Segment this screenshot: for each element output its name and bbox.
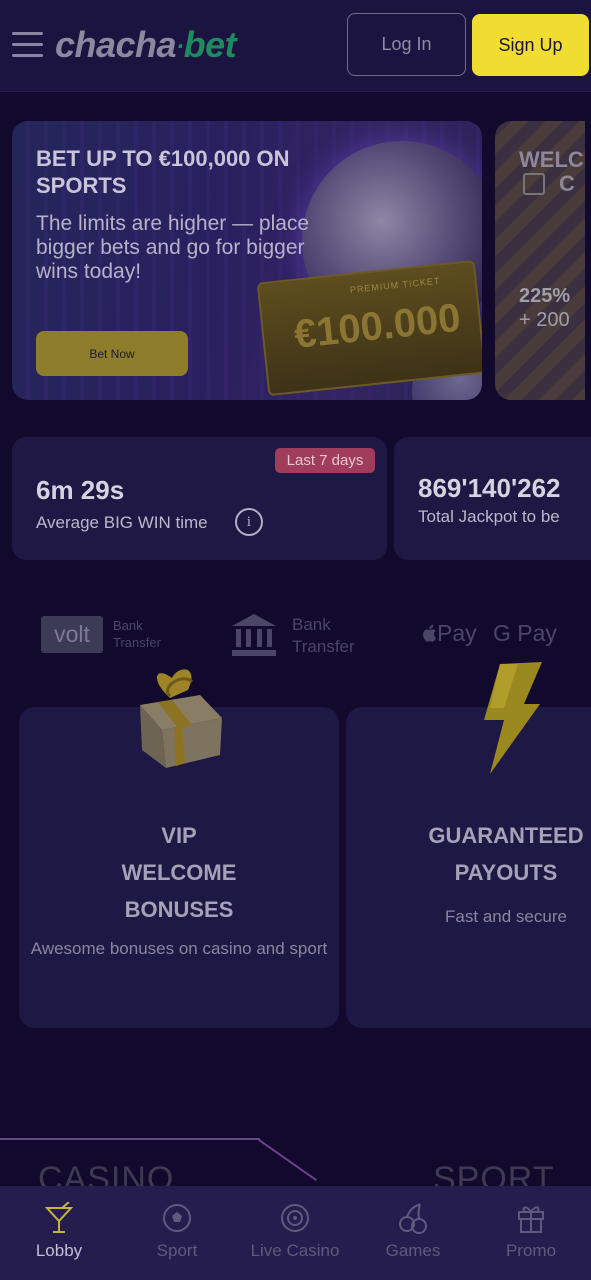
banner2-line-1: 225% (519, 285, 571, 307)
apple-pay-text: Pay (437, 620, 477, 646)
period-badge: Last 7 days (275, 448, 375, 473)
gift-icon (140, 669, 222, 768)
lightning-icon (484, 662, 542, 774)
nav-item-games[interactable]: Games (354, 1186, 472, 1280)
ticket-amount: €100.000 (292, 295, 463, 357)
banner-title: BET UP TO €100,000 ON SPORTS (36, 146, 290, 198)
volt-subtitle-1: Bank (113, 618, 143, 633)
volt-subtitle: Bank Transfer (113, 617, 161, 651)
menu-icon[interactable] (12, 32, 43, 58)
logo-dot: · (176, 33, 184, 61)
google-pay-logo: G Pay (493, 620, 557, 646)
cocktail-icon (44, 1202, 74, 1233)
login-button[interactable]: Log In (347, 13, 466, 76)
nav-item-live-casino[interactable]: Live Casino (236, 1186, 354, 1280)
card-title-line: WELCOME (121, 860, 237, 885)
card-title-line: BONUSES (124, 897, 234, 922)
signup-button[interactable]: Sign Up (472, 14, 589, 76)
bank-transfer-1: Bank (292, 615, 331, 634)
section-divider-slant (258, 1139, 317, 1181)
info-icon[interactable]: i (235, 508, 263, 536)
nav-item-sport[interactable]: Sport (118, 1186, 236, 1280)
apple-pay-logo: Pay (421, 620, 477, 647)
bet-now-button[interactable]: Bet Now (36, 331, 188, 376)
bottom-nav: Lobby Sport Live Casino Games Promo (0, 1186, 591, 1280)
ticket-label: PREMIUM TICKET (349, 275, 441, 296)
volt-subtitle-2: Transfer (113, 635, 161, 650)
bank-transfer-label: Bank Transfer (292, 614, 355, 658)
stat-value: 869'140'262 (418, 473, 561, 503)
card-title-line: PAYOUTS (454, 860, 558, 885)
card-title: GUARANTEED PAYOUTS (346, 817, 591, 891)
nav-item-lobby[interactable]: Lobby (0, 1186, 118, 1280)
bank-transfer-2: Transfer (292, 637, 355, 656)
stat-label: Total Jackpot to be (418, 507, 560, 526)
volt-logo: volt (41, 616, 103, 653)
promo-banner-sports[interactable]: PREMIUM TICKET €100.000 BET UP TO €100,0… (12, 121, 482, 400)
top-header: chacha·bet Log In Sign Up (0, 0, 591, 92)
nav-label: Live Casino (250, 1241, 340, 1260)
promo-banner-welcome[interactable]: WELC C 225% + 200 (495, 121, 585, 400)
nav-label: Games (385, 1241, 441, 1260)
stat-card-win-time: Last 7 days 6m 29s Average BIG WIN time … (12, 437, 387, 560)
apple-icon (423, 624, 436, 642)
logo-suffix: bet (183, 24, 237, 65)
nav-label: Lobby (35, 1241, 83, 1260)
stat-label: Average BIG WIN time (36, 513, 208, 532)
feature-card-payouts: GUARANTEED PAYOUTS Fast and secure (346, 707, 591, 1028)
nav-item-promo[interactable]: Promo (472, 1186, 590, 1280)
card-text: Fast and secure (445, 907, 567, 926)
roulette-icon (281, 1204, 309, 1232)
logo[interactable]: chacha·bet (55, 24, 237, 66)
soccer-ball-icon (163, 1204, 191, 1232)
logo-prefix: chacha (55, 24, 177, 65)
card-text: Awesome bonuses on casino and sport (30, 939, 328, 958)
gift-box-icon (518, 1206, 544, 1233)
banner2-title: WELC (519, 147, 584, 172)
banner-text: The limits are higher — place bigger bet… (36, 212, 310, 283)
bank-icon (232, 614, 276, 656)
nav-label: Sport (156, 1241, 198, 1260)
section-divider (0, 1138, 260, 1140)
stat-card-jackpot: 869'140'262 Total Jackpot to be (394, 437, 591, 560)
stat-value: 6m 29s (36, 475, 125, 505)
card-title: VIP WELCOME BONUSES (19, 817, 339, 928)
slot-icon (523, 173, 545, 195)
nav-label: Promo (505, 1241, 557, 1260)
banner2-title-2: C (559, 171, 575, 196)
banner2-line-2: + 200 (519, 309, 570, 331)
cherries-icon (399, 1203, 427, 1234)
card-title-line: GUARANTEED (428, 823, 584, 848)
card-title-line: VIP (161, 823, 197, 848)
